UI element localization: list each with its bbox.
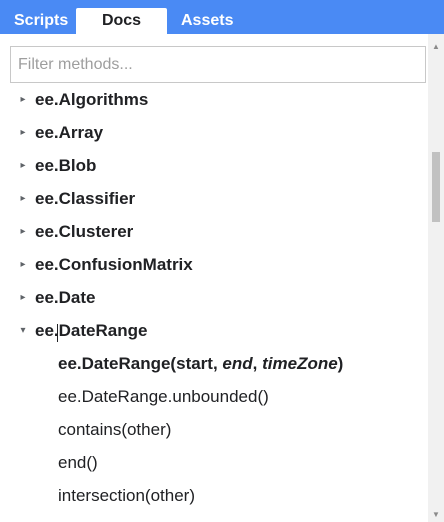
tree-item-ee-clusterer[interactable]: ▸ ee.Clusterer [0,216,428,248]
tree-item-ee-date[interactable]: ▸ ee.Date [0,282,428,314]
tree-item-label: ee.Clusterer [35,222,134,241]
expand-arrow-icon[interactable]: ▸ [17,249,29,281]
tree-item-ee-classifier[interactable]: ▸ ee.Classifier [0,183,428,215]
method-arg-start: start [176,354,213,373]
tree-item-label: ee.Algorithms [35,90,149,109]
tree-item-label: ee.DateRange [35,321,148,340]
expand-arrow-icon[interactable]: ▸ [17,183,29,215]
collapse-arrow-icon[interactable]: ▾ [17,315,29,347]
expand-arrow-icon[interactable]: ▸ [17,282,29,314]
docs-tree: ▸ ee.Algorithms ▸ ee.Array ▸ ee.Blob ▸ e… [0,84,428,522]
method-end[interactable]: end() [58,447,98,479]
text-cursor [57,324,58,342]
docs-panel: Scripts Docs Assets ▸ ee.Algorithms ▸ ee… [0,0,444,522]
expand-arrow-icon[interactable]: ▸ [17,84,29,116]
method-arg-end: end [222,354,253,373]
filter-methods-input[interactable] [10,46,426,83]
scroll-up-icon[interactable]: ▲ [428,40,444,54]
method-intersection[interactable]: intersection(other) [58,480,195,512]
tree-item-label: ee.Blob [35,156,97,175]
tree-item-label: ee.Date [35,288,96,307]
method-daterange-constructor[interactable]: ee.DateRange(start, end, timeZone) [58,348,343,380]
method-arg-separator: , [252,354,263,373]
method-unbounded[interactable]: ee.DateRange.unbounded() [58,381,269,413]
tree-item-ee-blob[interactable]: ▸ ee.Blob [0,150,428,182]
tree-item-ee-array[interactable]: ▸ ee.Array [0,117,428,149]
method-contains[interactable]: contains(other) [58,414,171,446]
vertical-scrollbar[interactable]: ▲ ▼ [428,34,444,522]
scrollbar-thumb[interactable] [432,152,440,222]
tree-item-ee-algorithms[interactable]: ▸ ee.Algorithms [0,84,428,116]
tab-assets[interactable]: Assets [181,8,233,34]
scroll-down-icon[interactable]: ▼ [428,508,444,522]
tree-item-ee-daterange[interactable]: ▾ ee.DateRange [0,315,428,347]
tree-item-label: ee.ConfusionMatrix [35,255,193,274]
expand-arrow-icon[interactable]: ▸ [17,216,29,248]
tree-item-label: ee.Array [35,123,104,142]
expand-arrow-icon[interactable]: ▸ [17,150,29,182]
method-name: ee.DateRange( [58,354,177,373]
method-close-paren: ) [337,354,344,373]
tab-bar: Scripts Docs Assets [0,0,444,34]
tree-item-label: ee.Classifier [35,189,136,208]
method-arg-separator: , [212,354,223,373]
expand-arrow-icon[interactable]: ▸ [17,117,29,149]
tab-docs[interactable]: Docs [76,8,167,34]
tree-item-ee-confusionmatrix[interactable]: ▸ ee.ConfusionMatrix [0,249,428,281]
tab-scripts[interactable]: Scripts [14,8,68,34]
method-arg-timezone: timeZone [262,354,338,373]
